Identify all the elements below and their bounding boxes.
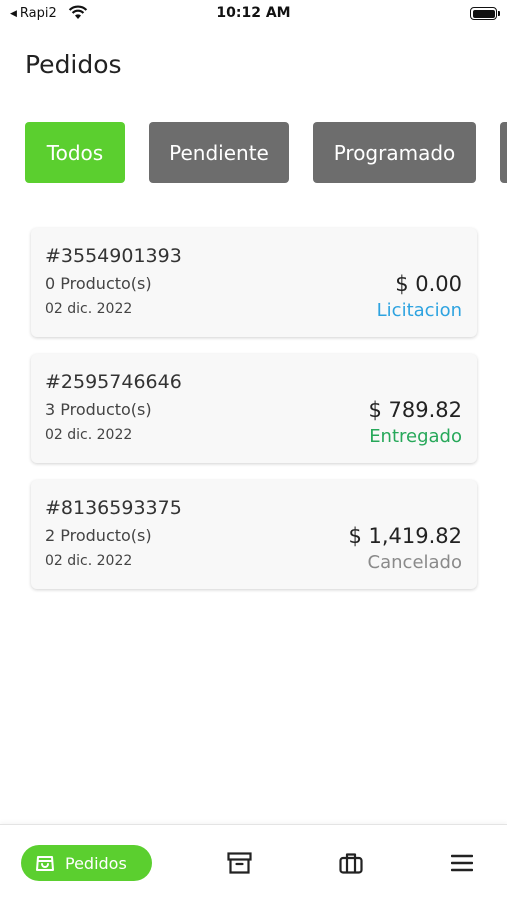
battery-icon [470, 7, 500, 20]
tab-next-partial[interactable] [500, 122, 507, 183]
order-date: 02 dic. 2022 [45, 427, 133, 443]
order-date: 02 dic. 2022 [45, 301, 133, 317]
filter-tabs: Todos Pendiente Programado [25, 122, 507, 183]
briefcase-icon[interactable] [339, 852, 363, 874]
order-status: Cancelado [367, 552, 462, 573]
archive-box-icon[interactable] [227, 852, 252, 874]
tab-todos[interactable]: Todos [25, 122, 125, 183]
status-time: 10:12 AM [216, 5, 291, 21]
order-card[interactable]: #2595746646 3 Producto(s) 02 dic. 2022 $… [31, 354, 477, 463]
menu-icon[interactable] [451, 854, 473, 872]
order-card[interactable]: #3554901393 0 Producto(s) 02 dic. 2022 $… [31, 228, 477, 337]
page-title: Pedidos [25, 50, 122, 79]
order-id: #8136593375 [45, 497, 182, 519]
order-price: $ 1,419.82 [348, 524, 462, 548]
bottom-nav: Pedidos [0, 824, 507, 900]
tab-pendiente[interactable]: Pendiente [149, 122, 289, 183]
nav-pedidos-label: Pedidos [65, 853, 127, 873]
order-card[interactable]: #8136593375 2 Producto(s) 02 dic. 2022 $… [31, 480, 477, 589]
order-products-count: 3 Producto(s) [45, 400, 152, 419]
order-id: #3554901393 [45, 245, 182, 267]
order-id: #2595746646 [45, 371, 182, 393]
nav-item-pedidos[interactable]: Pedidos [21, 845, 152, 881]
order-products-count: 2 Producto(s) [45, 526, 152, 545]
status-bar: ◀ Rapi2 10:12 AM [0, 0, 507, 28]
order-status: Licitacion [376, 300, 462, 321]
order-products-count: 0 Producto(s) [45, 274, 152, 293]
order-price: $ 0.00 [395, 272, 462, 296]
tab-programado[interactable]: Programado [313, 122, 476, 183]
order-date: 02 dic. 2022 [45, 553, 133, 569]
shopping-bag-icon [36, 856, 54, 871]
order-price: $ 789.82 [368, 398, 462, 422]
orders-list: #3554901393 0 Producto(s) 02 dic. 2022 $… [31, 228, 477, 606]
order-status: Entregado [369, 426, 462, 447]
